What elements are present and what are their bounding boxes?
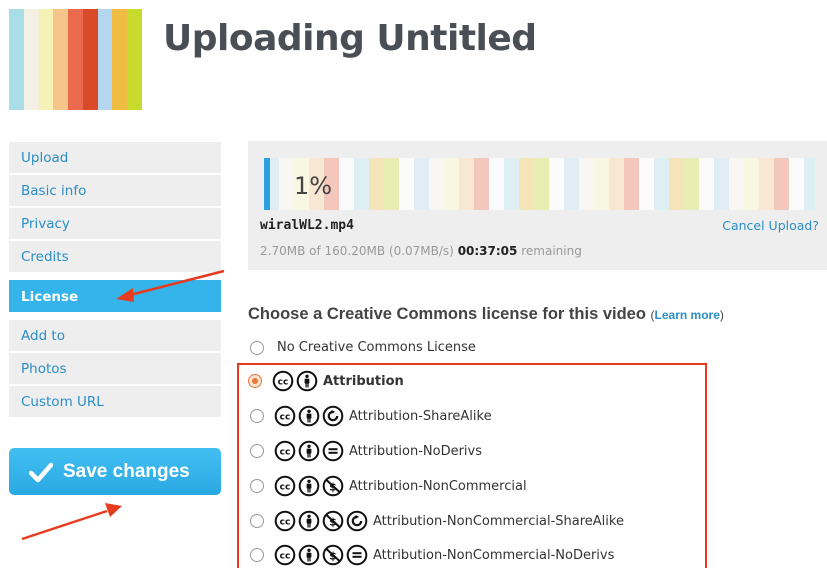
logo-stripe — [127, 9, 143, 110]
progress-stripe — [549, 158, 564, 210]
progress-percent: 1% — [294, 172, 333, 200]
save-changes-label: Save changes — [63, 460, 190, 482]
sidebar-item-credits[interactable]: Credits — [9, 241, 221, 274]
upload-progress-panel: 1% wiralWL2.mp4 Cancel Upload? 2.70MB of… — [248, 141, 827, 270]
progress-stripe — [579, 158, 594, 210]
progress-stripe — [534, 158, 549, 210]
save-changes-button[interactable]: Save changes — [9, 448, 221, 495]
sidebar-item-basic-info[interactable]: Basic info — [9, 175, 221, 208]
progress-stripe — [729, 158, 744, 210]
logo-stripe — [38, 9, 54, 110]
checkmark-icon — [29, 462, 53, 482]
progress-stripe — [339, 158, 354, 210]
upload-stats: 2.70MB of 160.20MB (0.07MB/s) 00:37:05 r… — [260, 244, 582, 258]
progress-stripe — [774, 158, 789, 210]
progress-bar-fill — [264, 158, 270, 210]
annotation-arrow-save — [21, 503, 122, 541]
logo-stripe — [68, 9, 83, 110]
annotation-highlight-box — [237, 363, 707, 568]
progress-stripe — [504, 158, 519, 210]
upload-size-speed: 2.70MB of 160.20MB (0.07MB/s) — [260, 244, 454, 258]
learn-more-link[interactable]: Learn more — [655, 308, 720, 322]
sidebar-item-photos[interactable]: Photos — [9, 353, 221, 386]
progress-stripe — [414, 158, 429, 210]
progress-stripe — [804, 158, 815, 210]
progress-stripe — [444, 158, 459, 210]
progress-stripe — [684, 158, 699, 210]
progress-stripe — [519, 158, 534, 210]
progress-stripe — [594, 158, 609, 210]
logo-stripe — [23, 9, 39, 110]
sidebar-item-custom-url[interactable]: Custom URL — [9, 386, 221, 419]
cancel-upload-link[interactable]: Cancel Upload? — [722, 218, 819, 233]
license-heading: Choose a Creative Commons license for th… — [248, 305, 724, 323]
progress-bar-background — [264, 158, 815, 210]
progress-bar: 1% — [264, 158, 815, 210]
sidebar-item-add-to[interactable]: Add to — [9, 320, 221, 353]
sidebar-item-upload[interactable]: Upload — [9, 142, 221, 175]
sidebar-nav: Upload Basic info Privacy Credits Licens… — [9, 142, 221, 419]
progress-stripe — [564, 158, 579, 210]
progress-stripe — [669, 158, 684, 210]
license-heading-text: Choose a Creative Commons license for th… — [248, 305, 646, 323]
progress-stripe — [429, 158, 444, 210]
progress-stripe — [714, 158, 729, 210]
progress-stripe — [474, 158, 489, 210]
progress-stripe — [384, 158, 399, 210]
license-option-label: No Creative Commons License — [277, 340, 476, 355]
remaining-label: remaining — [521, 244, 582, 258]
progress-stripe — [624, 158, 639, 210]
progress-stripe — [699, 158, 714, 210]
progress-stripe — [759, 158, 774, 210]
site-logo — [9, 9, 143, 110]
page-title: Uploading Untitled — [163, 18, 537, 59]
progress-stripe — [489, 158, 504, 210]
logo-stripe — [9, 9, 24, 110]
upload-time-remaining: 00:37:05 — [457, 244, 518, 258]
sidebar-item-license[interactable]: License — [9, 280, 221, 314]
progress-stripe — [654, 158, 669, 210]
progress-stripe — [744, 158, 759, 210]
progress-stripe — [369, 158, 384, 210]
logo-stripe — [97, 9, 113, 110]
progress-stripe — [609, 158, 624, 210]
logo-stripe — [82, 9, 98, 110]
license-option[interactable]: No Creative Commons License — [250, 340, 476, 355]
progress-stripe — [639, 158, 654, 210]
upload-file-name: wiralWL2.mp4 — [260, 218, 354, 233]
progress-stripe — [279, 158, 294, 210]
logo-stripe — [53, 9, 69, 110]
progress-stripe — [354, 158, 369, 210]
sidebar-item-privacy[interactable]: Privacy — [9, 208, 221, 241]
license-radio[interactable] — [250, 340, 264, 355]
progress-stripe — [789, 158, 804, 210]
logo-stripe — [112, 9, 128, 110]
progress-stripe — [399, 158, 414, 210]
progress-stripe — [459, 158, 474, 210]
